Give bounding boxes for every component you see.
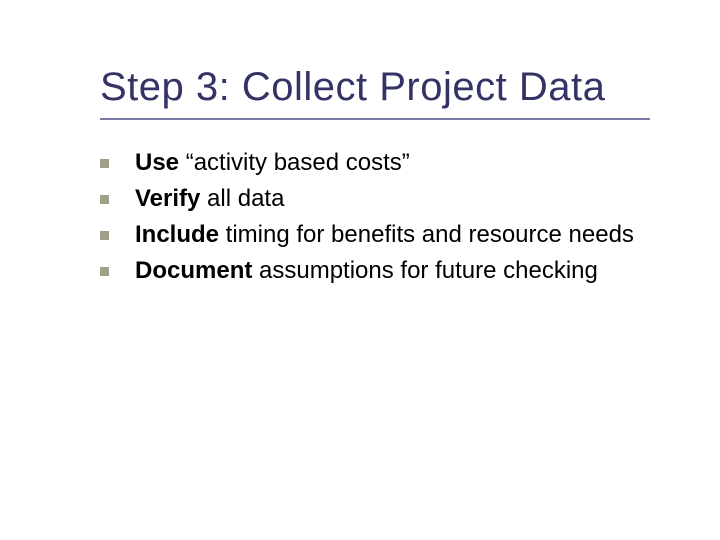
list-item: Use “activity based costs” — [100, 145, 660, 181]
list-item: Document assumptions for future checking — [100, 253, 660, 289]
slide-title: Step 3: Collect Project Data — [100, 65, 660, 110]
title-underline — [100, 118, 650, 120]
bullet-bold: Use — [135, 149, 179, 176]
list-item: Include timing for benefits and resource… — [100, 217, 660, 253]
bullet-text: timing for benefits and resource needs — [219, 221, 634, 248]
bullet-text: “activity based costs” — [179, 149, 410, 176]
bullet-text: all data — [200, 185, 284, 212]
list-item: Verify all data — [100, 181, 660, 217]
bullet-list: Use “activity based costs” Verify all da… — [100, 145, 660, 289]
bullet-bold: Verify — [135, 185, 200, 212]
slide: Step 3: Collect Project Data Use “activi… — [0, 0, 720, 540]
bullet-bold: Include — [135, 221, 219, 248]
bullet-text: assumptions for future checking — [252, 257, 598, 284]
bullet-bold: Document — [135, 257, 252, 284]
